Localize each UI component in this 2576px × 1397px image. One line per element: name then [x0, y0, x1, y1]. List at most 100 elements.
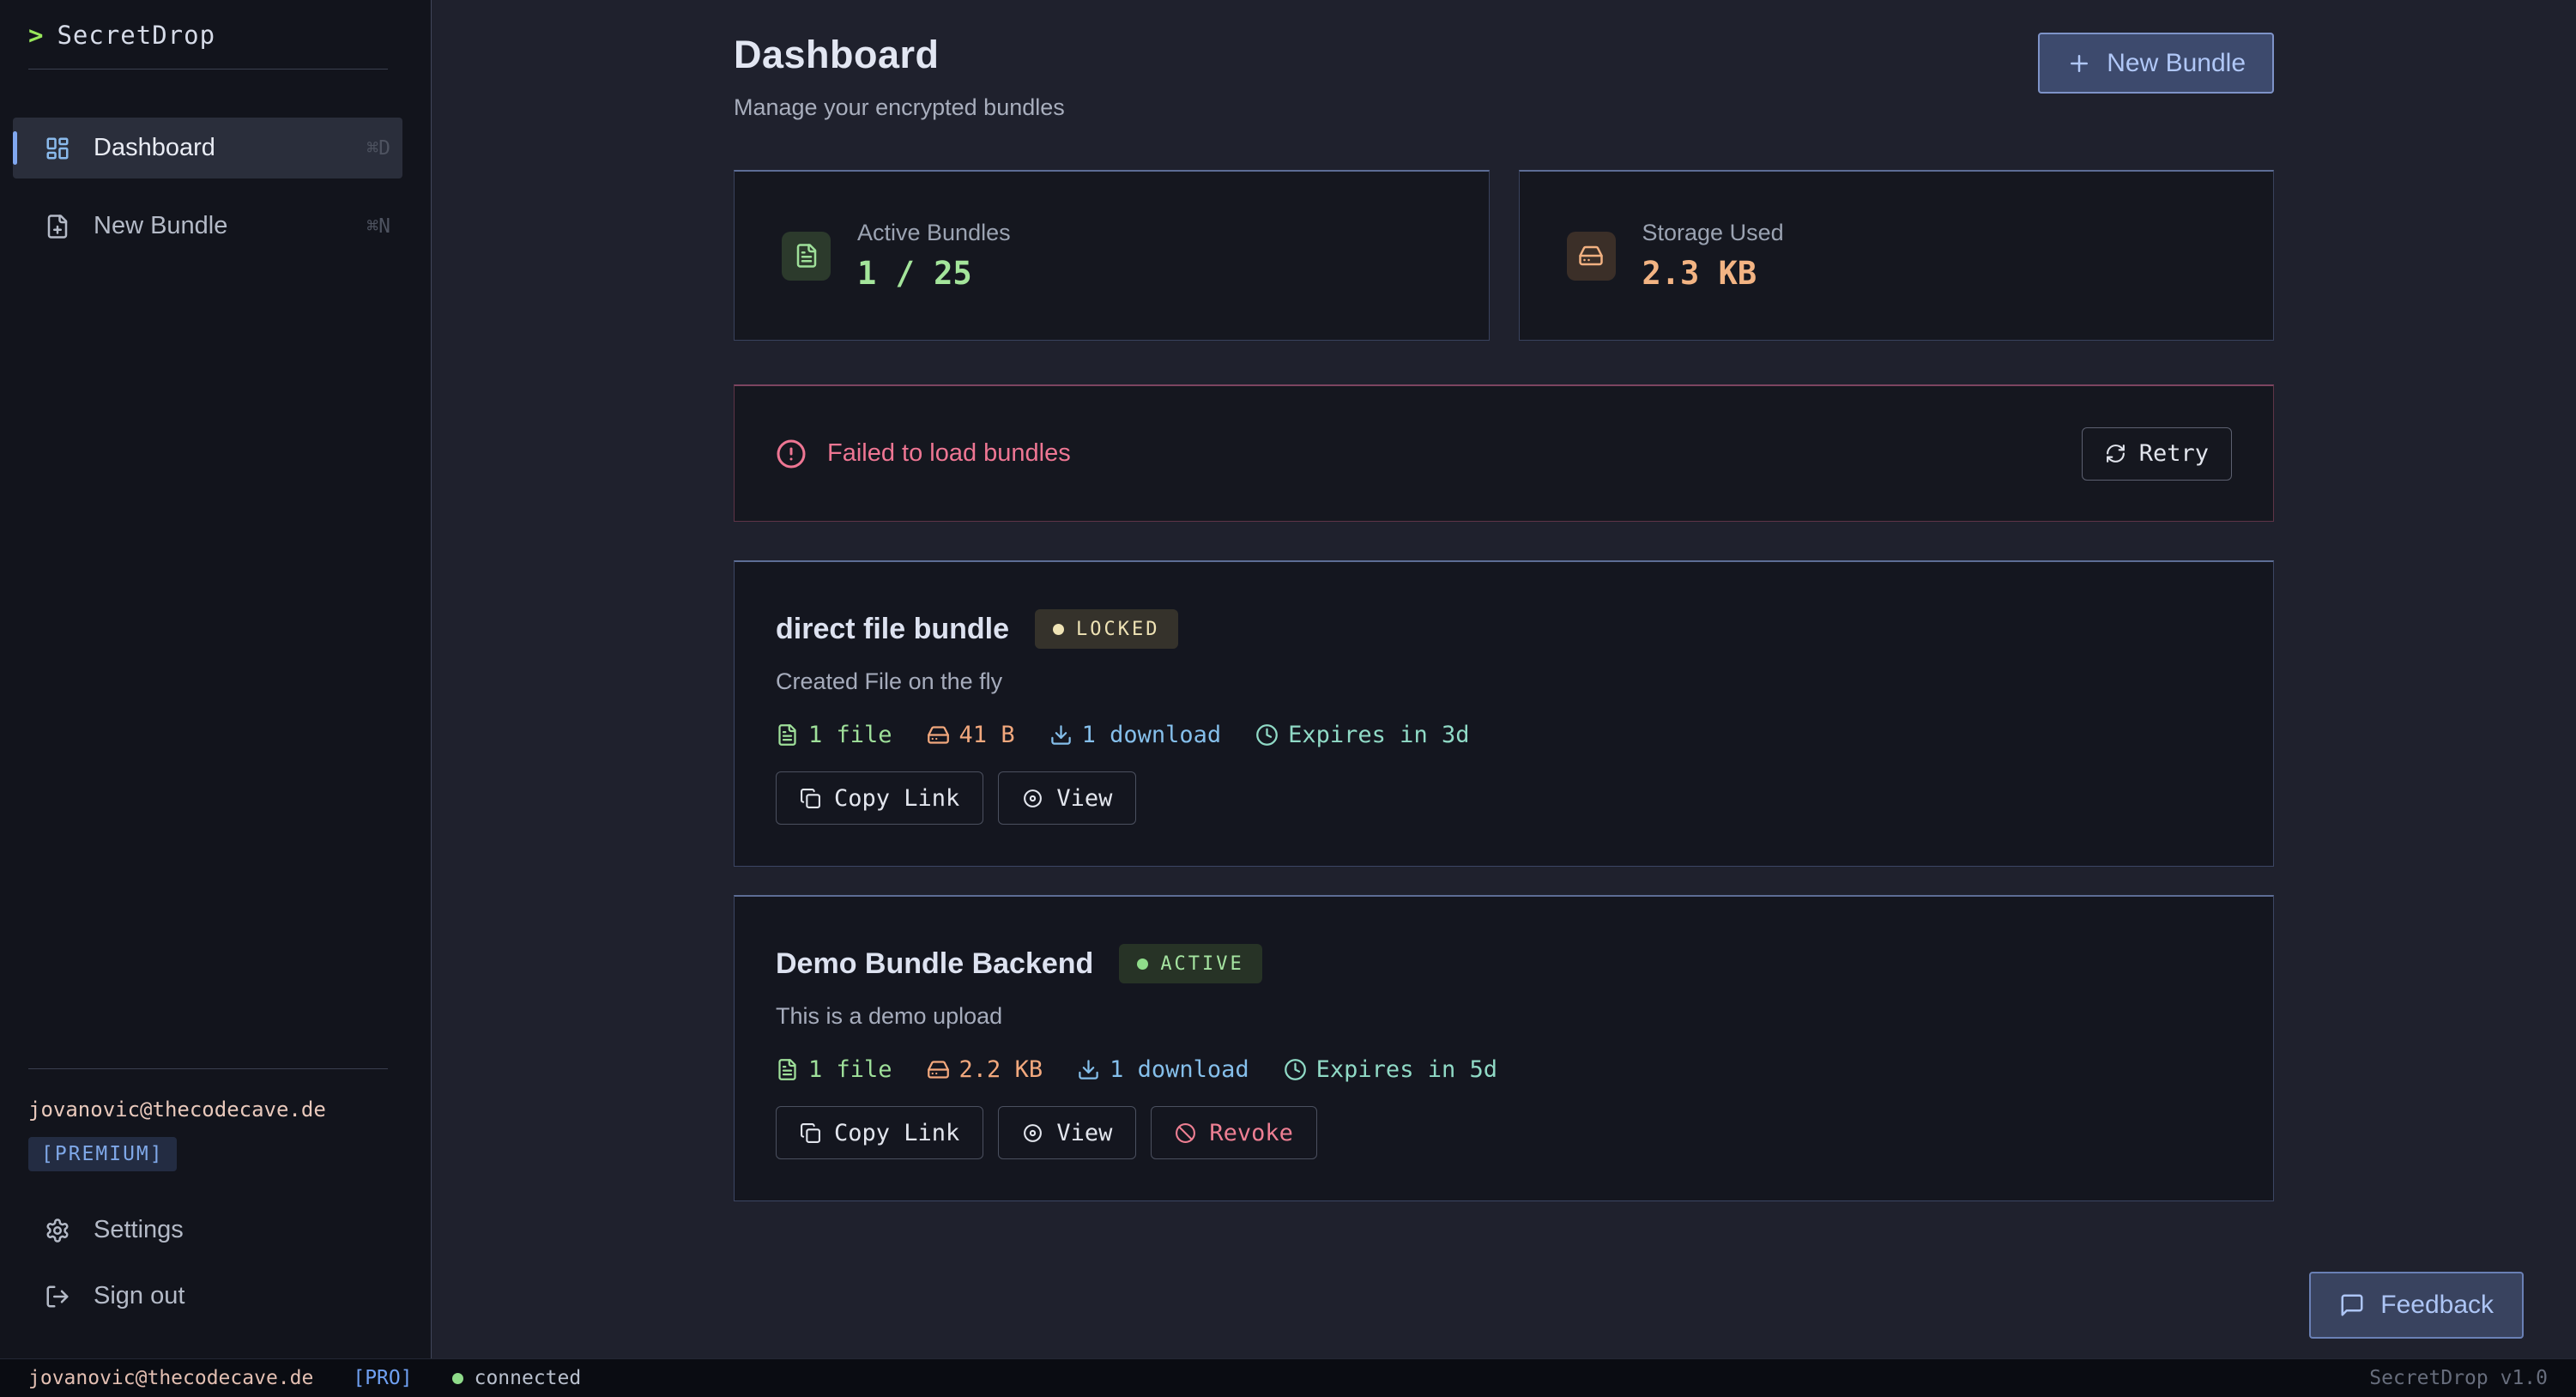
- status-badge: ACTIVE: [1119, 944, 1261, 983]
- meta-size: 2.2 KB: [927, 1056, 1043, 1083]
- copy-link-label: Copy Link: [834, 785, 959, 812]
- download-icon: [1077, 1058, 1100, 1081]
- file-plus-icon: [45, 214, 70, 239]
- copy-link-button[interactable]: Copy Link: [776, 1106, 983, 1159]
- feedback-label: Feedback: [2380, 1291, 2494, 1320]
- stat-card-active-bundles: Active Bundles 1 / 25: [734, 170, 1490, 341]
- view-icon: [1022, 1122, 1043, 1144]
- settings-label: Settings: [94, 1216, 184, 1244]
- stat-value: 1 / 25: [857, 255, 1011, 292]
- download-icon: [1049, 723, 1073, 747]
- meta-downloads-label: 1 download: [1110, 1056, 1249, 1083]
- sidebar-divider: [28, 69, 388, 70]
- page-header: Dashboard Manage your encrypted bundles …: [734, 33, 2274, 121]
- retry-label: Retry: [2139, 440, 2209, 467]
- meta-size-label: 2.2 KB: [959, 1056, 1043, 1083]
- sidebar-footer: jovanovic@thecodecave.de [PREMIUM] Setti…: [0, 1068, 431, 1358]
- terminal-prompt-icon: >: [28, 21, 43, 50]
- revoke-button[interactable]: Revoke: [1151, 1106, 1317, 1159]
- sign-out-label: Sign out: [94, 1282, 184, 1310]
- view-button[interactable]: View: [998, 1106, 1136, 1159]
- meta-expires-label: Expires in 3d: [1288, 722, 1469, 748]
- meta-expires-label: Expires in 5d: [1316, 1056, 1497, 1083]
- bundle-description: This is a demo upload: [776, 1003, 2232, 1030]
- feedback-button[interactable]: Feedback: [2309, 1272, 2524, 1339]
- bundle-title: Demo Bundle Backend: [776, 947, 1093, 981]
- status-bar: jovanovic@thecodecave.de [PRO] connected…: [0, 1358, 2576, 1397]
- file-text-icon: [776, 723, 799, 747]
- sidebar-nav: Dashboard ⌘D New Bundle ⌘N: [0, 118, 431, 257]
- view-icon: [1022, 788, 1043, 809]
- meta-files: 1 file: [776, 1056, 892, 1083]
- pro-badge: [PRO]: [353, 1367, 412, 1389]
- bundle-meta-row: 1 file 41 B: [776, 722, 2232, 748]
- file-text-icon: [776, 1058, 799, 1081]
- app-name: SecretDrop: [57, 21, 215, 50]
- sidebar: > SecretDrop Dashboard ⌘D New Bundl: [0, 0, 432, 1358]
- sidebar-item-new-bundle[interactable]: New Bundle ⌘N: [13, 196, 402, 257]
- stat-card-storage-used: Storage Used 2.3 KB: [1519, 170, 2275, 341]
- retry-button[interactable]: Retry: [2082, 427, 2232, 481]
- statusbar-email: jovanovic@thecodecave.de: [28, 1367, 313, 1389]
- clock-icon: [1255, 723, 1279, 747]
- stat-label: Active Bundles: [857, 220, 1011, 246]
- copy-icon: [800, 788, 821, 809]
- copy-link-button[interactable]: Copy Link: [776, 771, 983, 825]
- sign-out-button[interactable]: Sign out: [45, 1282, 402, 1310]
- premium-badge: [PREMIUM]: [28, 1137, 177, 1171]
- bundle-title: direct file bundle: [776, 613, 1009, 646]
- meta-size-label: 41 B: [959, 722, 1015, 748]
- active-indicator: [13, 131, 17, 165]
- status-badge: LOCKED: [1035, 609, 1177, 649]
- bundle-list: direct file bundle LOCKED Created File o…: [734, 560, 2274, 1201]
- app-logo: > SecretDrop: [0, 0, 431, 50]
- ban-icon: [1175, 1122, 1196, 1144]
- meta-downloads: 1 download: [1049, 722, 1222, 748]
- bundle-meta-row: 1 file 2.2 KB: [776, 1056, 2232, 1083]
- stat-label: Storage Used: [1642, 220, 1784, 246]
- sidebar-item-label: Dashboard: [94, 134, 215, 162]
- main-area: Dashboard Manage your encrypted bundles …: [432, 0, 2576, 1358]
- meta-size: 41 B: [927, 722, 1015, 748]
- sidebar-item-dashboard[interactable]: Dashboard ⌘D: [13, 118, 402, 178]
- log-out-icon: [45, 1284, 70, 1309]
- meta-expires: Expires in 5d: [1284, 1056, 1497, 1083]
- meta-files-label: 1 file: [808, 1056, 892, 1083]
- status-label: LOCKED: [1076, 619, 1159, 640]
- stats-row: Active Bundles 1 / 25 Storage Used 2.3 K…: [734, 170, 2274, 341]
- settings-button[interactable]: Settings: [45, 1216, 402, 1244]
- message-square-icon: [2339, 1292, 2365, 1318]
- bundle-card: direct file bundle LOCKED Created File o…: [734, 560, 2274, 867]
- new-bundle-button[interactable]: New Bundle: [2038, 33, 2274, 94]
- meta-downloads-label: 1 download: [1082, 722, 1222, 748]
- shortcut-hint: ⌘N: [366, 215, 390, 238]
- status-label: ACTIVE: [1160, 953, 1243, 975]
- alert-circle-icon: [776, 438, 807, 469]
- new-bundle-label: New Bundle: [2107, 49, 2246, 78]
- status-dot-icon: [1053, 624, 1064, 635]
- file-text-icon: [794, 243, 819, 269]
- view-button[interactable]: View: [998, 771, 1136, 825]
- status-dot-icon: [1137, 959, 1148, 970]
- revoke-label: Revoke: [1209, 1120, 1293, 1146]
- bundle-description: Created File on the fly: [776, 668, 2232, 695]
- hard-drive-icon: [1578, 243, 1604, 269]
- bundle-card: Demo Bundle Backend ACTIVE This is a dem…: [734, 895, 2274, 1201]
- copy-icon: [800, 1122, 821, 1144]
- layout-dashboard-icon: [45, 136, 70, 161]
- meta-files-label: 1 file: [808, 722, 892, 748]
- stat-icon-box: [782, 232, 831, 281]
- sidebar-divider: [28, 1068, 388, 1069]
- plus-icon: [2066, 51, 2092, 76]
- sidebar-item-label: New Bundle: [94, 212, 227, 240]
- hard-drive-icon: [927, 1058, 950, 1081]
- shortcut-hint: ⌘D: [366, 137, 390, 160]
- view-label: View: [1056, 785, 1112, 812]
- app-version: SecretDrop v1.0: [2369, 1367, 2548, 1389]
- hard-drive-icon: [927, 723, 950, 747]
- user-email: jovanovic@thecodecave.de: [28, 1098, 402, 1122]
- page-title: Dashboard: [734, 33, 1065, 77]
- copy-link-label: Copy Link: [834, 1120, 959, 1146]
- stat-value: 2.3 KB: [1642, 255, 1784, 292]
- gear-icon: [45, 1218, 70, 1243]
